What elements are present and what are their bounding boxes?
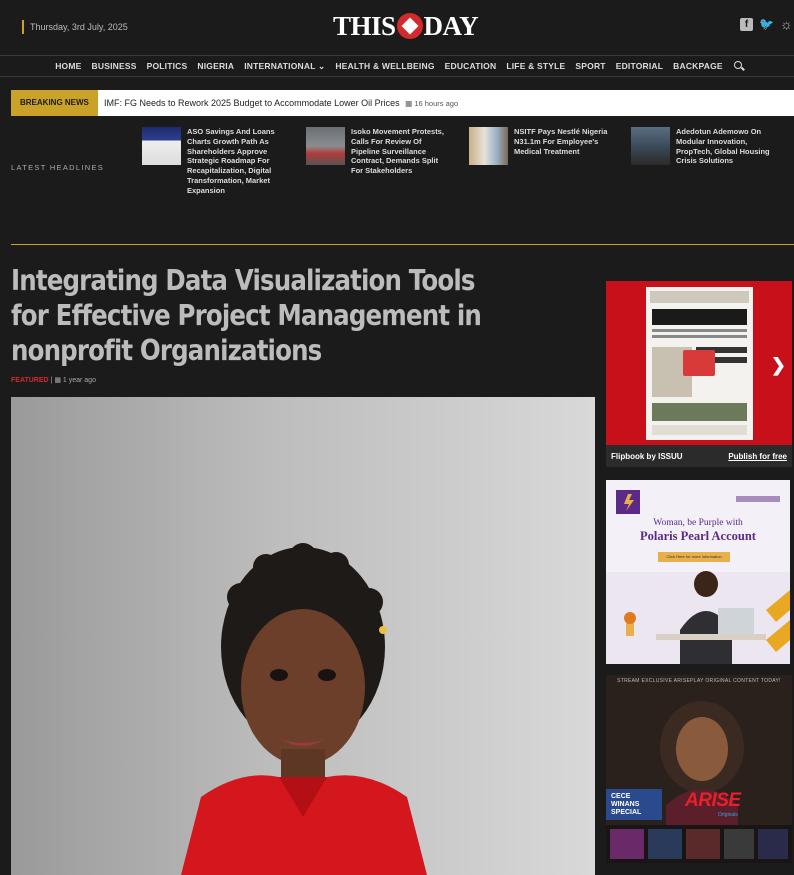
- nav-item-international-label: INTERNATIONAL: [244, 60, 316, 71]
- social-links: f 🐦 ☼: [740, 17, 794, 31]
- nav-item-backpage[interactable]: BACKPAGE: [668, 61, 728, 71]
- polaris-ad-line2: Polaris Pearl Account: [640, 529, 756, 543]
- theme-toggle-icon[interactable]: ☼: [780, 17, 794, 31]
- section-divider: [11, 244, 794, 245]
- arise-ad-art: [606, 675, 792, 863]
- headline-title[interactable]: NSITF Pays Nestlé Nigeria N31.1m For Emp…: [514, 127, 614, 165]
- nav-item-business[interactable]: BUSINESS: [87, 61, 142, 71]
- nav-item-nigeria[interactable]: NIGERIA: [192, 61, 239, 71]
- polaris-ad-button[interactable]: Click Here for more information: [658, 552, 730, 562]
- latest-headlines-label: LATEST HEADLINES: [11, 163, 105, 172]
- chevron-down-icon: ⌄: [318, 60, 326, 71]
- headline-item[interactable]: ASO Savings And Loans Charts Growth Path…: [142, 127, 287, 196]
- nav-item-health[interactable]: HEALTH & WELLBEING: [330, 61, 439, 71]
- arise-play-ad[interactable]: STREAM EXCLUSIVE ARISEPLAY ORIGINAL CONT…: [606, 675, 792, 863]
- search-icon[interactable]: [733, 61, 744, 71]
- headline-item[interactable]: Isoko Movement Protests, Calls For Revie…: [306, 127, 451, 176]
- nav-item-editorial[interactable]: EDITORIAL: [611, 61, 668, 71]
- twitter-icon[interactable]: 🐦: [759, 17, 774, 31]
- cece-winans-badge: CECE WINANS SPECIAL: [606, 789, 662, 820]
- headline-item[interactable]: Adedotun Ademowo On Modular Innovation, …: [631, 127, 776, 166]
- arise-ad-tagline: STREAM EXCLUSIVE ARISEPLAY ORIGINAL CONT…: [617, 678, 781, 684]
- logo-mark-icon: [396, 13, 423, 39]
- publish-link[interactable]: Publish for free: [728, 452, 787, 461]
- breaking-news-headline[interactable]: IMF: FG Needs to Rework 2025 Budget to A…: [98, 98, 458, 108]
- issuu-logo: ISSUU: [658, 451, 683, 461]
- article-hero-image: [11, 397, 595, 875]
- nav-item-life-style[interactable]: LIFE & STYLE: [501, 61, 570, 71]
- logo-text-right: DAY: [423, 10, 479, 41]
- top-bar: Thursday, 3rd July, 2025 THIS DAY f 🐦 ☼: [0, 0, 794, 56]
- polaris-ad-line1: Woman, be Purple with: [653, 518, 743, 528]
- nav-item-sport[interactable]: SPORT: [570, 61, 610, 71]
- nav-item-education[interactable]: EDUCATION: [440, 61, 502, 71]
- site-logo[interactable]: THIS DAY: [333, 9, 479, 43]
- headline-thumbnail[interactable]: [469, 127, 508, 165]
- article-tag[interactable]: FEATURED: [11, 377, 49, 384]
- nav-item-politics[interactable]: POLITICS: [142, 61, 193, 71]
- nav-item-international[interactable]: INTERNATIONAL ⌄: [239, 61, 330, 72]
- main-nav: HOME BUSINESS POLITICS NIGERIA INTERNATI…: [0, 55, 794, 77]
- calendar-icon: ▦: [54, 377, 61, 384]
- polaris-ad-art: [606, 490, 790, 664]
- flipbook-credit: Flipbook by ISSUU: [611, 452, 683, 461]
- breaking-news-bar: BREAKING NEWS IMF: FG Needs to Rework 20…: [11, 90, 794, 116]
- nav-item-home[interactable]: HOME: [50, 61, 86, 71]
- chevron-right-icon[interactable]: ❯: [771, 355, 786, 376]
- headline-title[interactable]: ASO Savings And Loans Charts Growth Path…: [187, 127, 287, 196]
- breaking-news-time: ▦ 16 hours ago: [405, 99, 459, 108]
- headline-title[interactable]: Isoko Movement Protests, Calls For Revie…: [351, 127, 451, 176]
- fullscreen-icon[interactable]: [683, 350, 715, 376]
- headline-thumbnail[interactable]: [142, 127, 181, 165]
- cece-line: WINANS: [611, 801, 640, 808]
- flipbook-credit-label: Flipbook by: [611, 451, 656, 461]
- article-title: Integrating Data Visualization Tools for…: [11, 264, 482, 367]
- breaking-news-label: BREAKING NEWS: [11, 90, 98, 116]
- article-time: 1 year ago: [62, 377, 96, 384]
- portrait-illustration: [181, 543, 427, 875]
- breaking-news-time-text: 16 hours ago: [414, 99, 459, 108]
- cece-line: CECE: [611, 793, 631, 800]
- polaris-ad-heading: Woman, be Purple with Polaris Pearl Acco…: [606, 518, 790, 544]
- headline-thumbnail[interactable]: [306, 127, 345, 165]
- flipbook-widget[interactable]: ❯ Flipbook by ISSUU Publish for free: [606, 281, 792, 467]
- headline-title[interactable]: Adedotun Ademowo On Modular Innovation, …: [676, 127, 776, 166]
- cece-line: SPECIAL: [611, 809, 642, 816]
- arise-originals-label: Originals: [718, 812, 738, 818]
- breaking-news-text: IMF: FG Needs to Rework 2025 Budget to A…: [104, 98, 400, 108]
- article-meta: FEATURED | ▦ 1 year ago: [11, 376, 96, 384]
- facebook-icon[interactable]: f: [740, 17, 753, 31]
- arise-logo: ARISE: [685, 790, 741, 811]
- logo-text-left: THIS: [333, 10, 396, 41]
- headline-item[interactable]: NSITF Pays Nestlé Nigeria N31.1m For Emp…: [469, 127, 614, 165]
- headline-thumbnail[interactable]: [631, 127, 670, 165]
- polaris-bank-ad[interactable]: Woman, be Purple with Polaris Pearl Acco…: [606, 480, 790, 664]
- flipbook-footer: Flipbook by ISSUU Publish for free: [606, 445, 792, 467]
- current-date: Thursday, 3rd July, 2025: [22, 20, 128, 34]
